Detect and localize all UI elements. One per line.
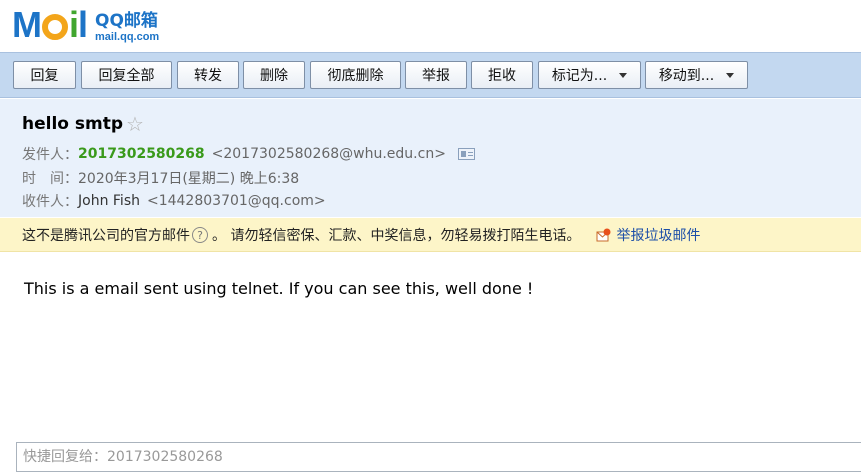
mark-as-dropdown[interactable]: 标记为... (538, 61, 641, 89)
delete-permanently-button[interactable]: 彻底删除 (310, 61, 401, 89)
subject-text: hello smtp (22, 114, 124, 134)
quick-reply-input[interactable] (16, 442, 861, 472)
chevron-down-icon (619, 72, 628, 78)
recipient-name[interactable]: John Fish (78, 193, 140, 209)
move-to-label: 移动到... (658, 68, 715, 84)
delete-button[interactable]: 删除 (243, 61, 305, 89)
logo-domain: mail.qq.com (95, 31, 160, 43)
recipient-address: <1442803701@qq.com> (146, 193, 326, 209)
mark-as-label: 标记为... (551, 68, 608, 84)
logo-o-ring (42, 14, 68, 40)
warning-advice: 。 请勿轻信密保、汇款、中奖信息，勿轻易拨打陌生电话。 (212, 227, 581, 244)
warning-text: 这不是腾讯公司的官方邮件 (22, 227, 190, 244)
qq-mail-logo[interactable]: Mil QQ邮箱 mail.qq.com (12, 7, 159, 43)
contact-card-icon[interactable] (457, 148, 475, 160)
to-row: 收件人： John Fish <1442803701@qq.com> (22, 191, 326, 211)
logo-name: QQ邮箱 (95, 11, 158, 31)
logo-text: QQ邮箱 mail.qq.com (95, 13, 159, 43)
time-row: 时 间： 2020年3月17日(星期二) 晚上6:38 (22, 168, 299, 188)
time-value: 2020年3月17日(星期二) 晚上6:38 (78, 171, 300, 187)
star-icon[interactable]: ☆ (126, 112, 144, 136)
chevron-down-icon (726, 72, 735, 78)
move-to-dropdown[interactable]: 移动到... (645, 61, 748, 89)
reject-button[interactable]: 拒收 (471, 61, 533, 89)
forward-button[interactable]: 转发 (177, 61, 239, 89)
logo-bar: Mil QQ邮箱 mail.qq.com (0, 0, 861, 50)
logo-wordmark: Mil (12, 4, 88, 45)
to-label: 收件人： (22, 194, 78, 210)
email-subject: hello smtp ☆ (22, 112, 144, 136)
time-label: 时 间： (22, 171, 78, 187)
mail-toolbar: 回复 回复全部 转发 删除 彻底删除 举报 拒收 标记为... 移动到... (0, 52, 861, 98)
email-header: hello smtp ☆ 发件人： 2017302580268 <2017302… (0, 99, 861, 217)
sender-address: <2017302580268@whu.edu.cn> (211, 146, 446, 162)
sender-name[interactable]: 2017302580268 (78, 146, 205, 162)
report-spam-link[interactable]: 举报垃圾邮件 (616, 225, 700, 245)
email-body: This is a email sent using telnet. If yo… (24, 279, 534, 298)
report-spam-icon (596, 228, 611, 242)
help-icon[interactable]: ? (192, 226, 208, 243)
reply-all-button[interactable]: 回复全部 (81, 61, 172, 89)
security-warning: 这不是腾讯公司的官方邮件 ? 。 请勿轻信密保、汇款、中奖信息，勿轻易拨打陌生电… (0, 218, 861, 252)
reply-button[interactable]: 回复 (13, 61, 76, 89)
from-row: 发件人： 2017302580268 <2017302580268@whu.ed… (22, 144, 475, 164)
from-label: 发件人： (22, 147, 78, 163)
report-button[interactable]: 举报 (405, 61, 467, 89)
